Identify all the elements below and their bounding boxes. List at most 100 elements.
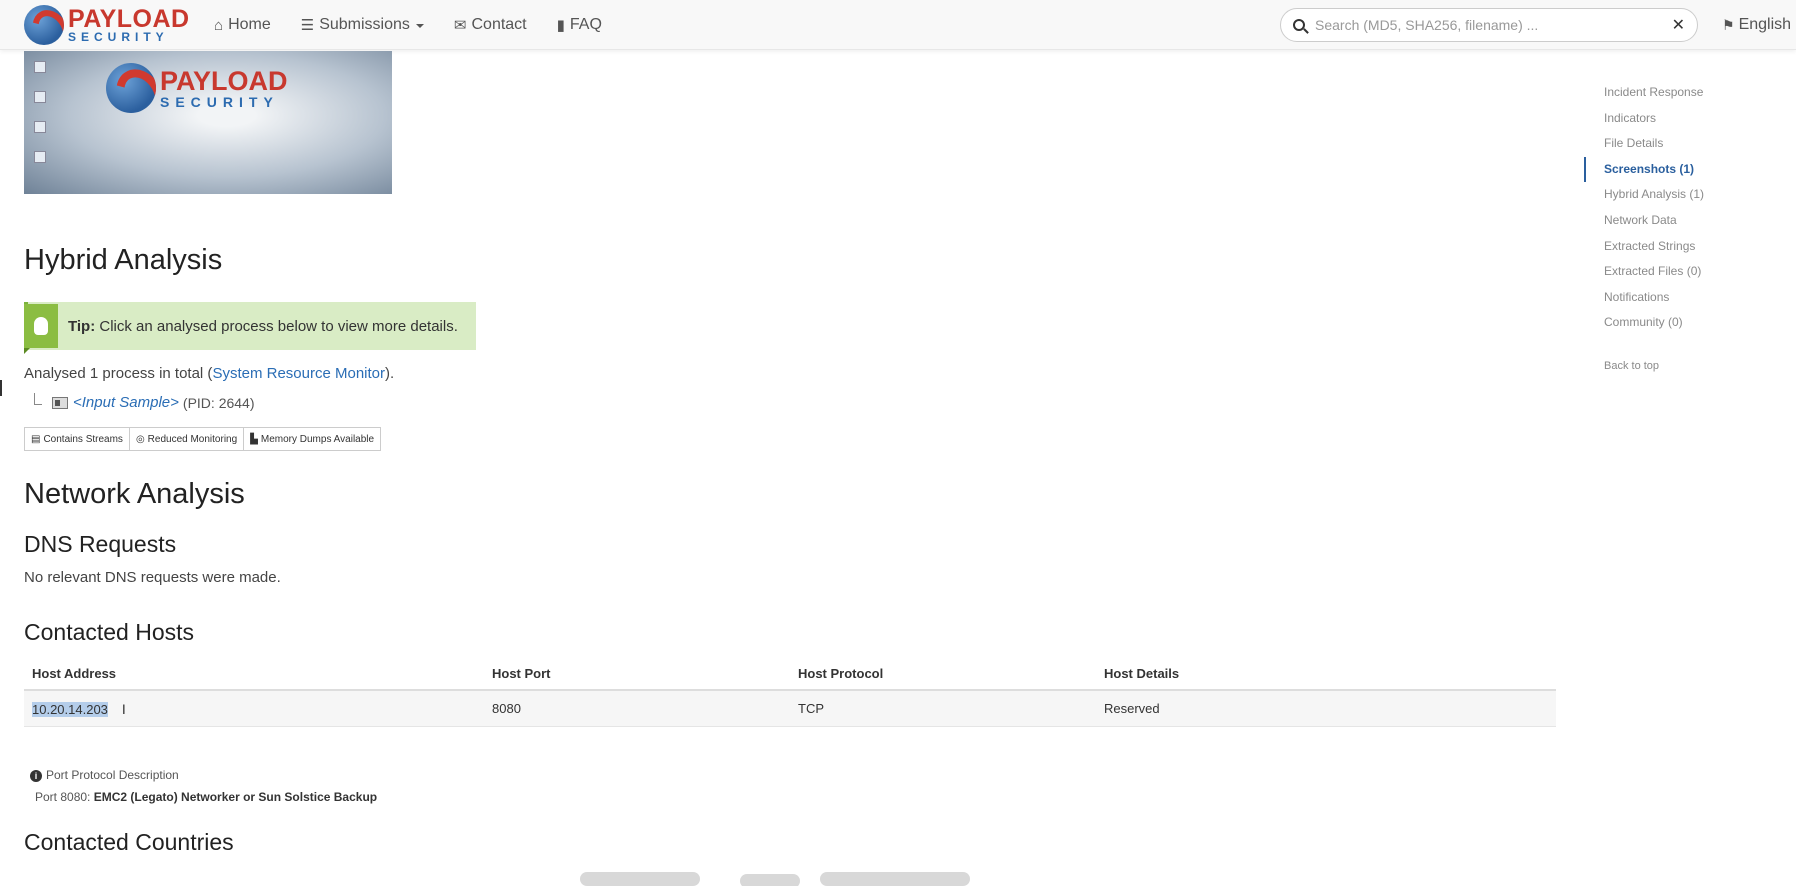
language-selector[interactable]: ⚑ English bbox=[1722, 0, 1791, 50]
search-icon bbox=[1293, 19, 1305, 31]
wallpaper-logo-top: PAYLOAD bbox=[160, 65, 288, 96]
process-pid: (PID: 2644) bbox=[182, 394, 255, 411]
process-tree-item[interactable]: <Input Sample> (PID: 2644) bbox=[34, 392, 255, 411]
search-input[interactable] bbox=[1315, 17, 1672, 33]
desktop-icon bbox=[34, 121, 46, 133]
book-icon: ▮ bbox=[556, 17, 565, 34]
col-host-protocol[interactable]: Host Protocol bbox=[790, 666, 1096, 681]
section-link-network-data[interactable]: Network Data bbox=[1584, 208, 1784, 234]
map-landmass bbox=[820, 872, 970, 886]
section-link-extracted-files[interactable]: Extracted Files (0) bbox=[1584, 259, 1784, 285]
tip-message: Click an analysed process below to view … bbox=[99, 317, 458, 335]
back-to-top-link[interactable]: Back to top bbox=[1584, 360, 1784, 372]
cell-host-address[interactable]: 10.20.14.203 I bbox=[24, 701, 484, 717]
summary-suffix: ). bbox=[385, 365, 395, 382]
eye-slash-icon: ◎ bbox=[135, 433, 145, 445]
payload-globe-icon bbox=[24, 5, 64, 45]
text-cursor-icon: I bbox=[121, 700, 126, 717]
badge-label: Memory Dumps Available bbox=[260, 433, 375, 445]
contacted-hosts-heading: Contacted Hosts bbox=[24, 619, 195, 645]
info-icon: i bbox=[30, 770, 42, 782]
top-navbar: PAYLOAD SECURITY ⌂ Home ☰ Submissions ✉ … bbox=[0, 0, 1796, 50]
search-box: ✕ bbox=[1280, 8, 1698, 42]
desktop-icon bbox=[34, 151, 46, 163]
cell-host-protocol: TCP bbox=[798, 701, 824, 716]
tree-connector bbox=[34, 392, 42, 405]
brand-text: PAYLOAD SECURITY bbox=[68, 5, 190, 44]
nav-contact[interactable]: ✉ Contact bbox=[454, 16, 527, 34]
process-summary: Analysed 1 process in total (System Reso… bbox=[24, 365, 394, 382]
system-resource-monitor-link[interactable]: System Resource Monitor bbox=[212, 365, 385, 382]
nav-contact-label: Contact bbox=[471, 16, 527, 33]
dns-requests-text: No relevant DNS requests were made. bbox=[24, 569, 281, 586]
process-name-link[interactable]: <Input Sample> bbox=[73, 394, 179, 411]
col-host-port[interactable]: Host Port bbox=[484, 666, 790, 681]
flag-icon: ⚑ bbox=[1722, 16, 1735, 33]
table-row: 10.20.14.203 I 8080 TCP Reserved bbox=[24, 691, 1556, 727]
hybrid-analysis-heading: Hybrid Analysis bbox=[24, 244, 223, 276]
list-icon: ☰ bbox=[300, 17, 315, 34]
file-icon: ▤ bbox=[31, 433, 41, 445]
desktop-icons bbox=[30, 55, 52, 181]
lightbulb-icon bbox=[24, 304, 58, 354]
badge-reduced-monitoring: ◎ Reduced Monitoring bbox=[129, 427, 245, 451]
section-link-notifications[interactable]: Notifications bbox=[1584, 285, 1784, 311]
map-landmass bbox=[740, 874, 800, 886]
nav-faq[interactable]: ▮ FAQ bbox=[557, 16, 602, 34]
host-address-value[interactable]: 10.20.14.203 bbox=[32, 701, 108, 717]
dns-requests-heading: DNS Requests bbox=[24, 531, 177, 557]
section-link-incident-response[interactable]: Incident Response bbox=[1584, 80, 1784, 106]
nav-submissions[interactable]: ☰ Submissions bbox=[301, 16, 424, 34]
world-map bbox=[520, 872, 1020, 886]
port-protocol-description-label: i Port Protocol Description bbox=[30, 768, 179, 782]
process-icon bbox=[52, 396, 68, 409]
section-link-indicators[interactable]: Indicators bbox=[1584, 106, 1784, 132]
port-desc-label: Port Protocol Description bbox=[46, 768, 179, 782]
wallpaper-logo: PAYLOAD SECURITY bbox=[106, 63, 288, 113]
badge-label: Contains Streams bbox=[43, 433, 123, 445]
summary-prefix: Analysed 1 process in total ( bbox=[24, 365, 213, 382]
section-link-file-details[interactable]: File Details bbox=[1584, 131, 1784, 157]
badge-contains-streams: ▤ Contains Streams bbox=[24, 427, 130, 451]
col-host-address[interactable]: Host Address bbox=[24, 666, 484, 681]
tip-label: Tip: bbox=[68, 317, 96, 335]
cell-host-details: Reserved bbox=[1104, 701, 1160, 716]
table-header: Host Address Host Port Host Protocol Hos… bbox=[24, 657, 1556, 691]
chevron-down-icon bbox=[415, 24, 424, 28]
brand-logo[interactable]: PAYLOAD SECURITY bbox=[24, 4, 190, 46]
col-host-details[interactable]: Host Details bbox=[1096, 666, 1556, 681]
process-badges: ▤ Contains Streams ◎ Reduced Monitoring … bbox=[24, 427, 382, 451]
home-icon: ⌂ bbox=[214, 16, 224, 34]
nav-home-label: Home bbox=[228, 16, 271, 33]
wallpaper-logo-text: PAYLOAD SECURITY bbox=[160, 65, 288, 110]
nav-submissions-label: Submissions bbox=[319, 16, 410, 33]
section-link-hybrid-analysis[interactable]: Hybrid Analysis (1) bbox=[1584, 182, 1784, 208]
close-icon[interactable]: ✕ bbox=[1672, 15, 1685, 35]
badge-memory-dumps: ▙ Memory Dumps Available bbox=[244, 427, 382, 451]
wallpaper-logo-bottom: SECURITY bbox=[160, 93, 279, 110]
main-nav: ⌂ Home ☰ Submissions ✉ Contact ▮ FAQ bbox=[214, 0, 632, 50]
badge-label: Reduced Monitoring bbox=[147, 433, 238, 445]
port-desc-value: EMC2 (Legato) Networker or Sun Solstice … bbox=[93, 790, 378, 804]
window-edge-marker bbox=[0, 380, 2, 396]
port-desc-prefix: Port 8080: bbox=[35, 790, 94, 804]
nav-faq-label: FAQ bbox=[569, 16, 602, 33]
tip-text: Tip: Click an analysed process below to … bbox=[68, 318, 458, 335]
payload-globe-icon bbox=[106, 63, 156, 113]
language-label: English bbox=[1738, 16, 1792, 33]
section-nav: Incident Response Indicators File Detail… bbox=[1584, 80, 1784, 372]
network-analysis-heading: Network Analysis bbox=[24, 478, 245, 510]
tip-box: Tip: Click an analysed process below to … bbox=[24, 302, 476, 354]
sample-screenshot[interactable]: PAYLOAD SECURITY bbox=[24, 51, 392, 194]
section-link-extracted-strings[interactable]: Extracted Strings bbox=[1584, 234, 1784, 260]
section-link-community[interactable]: Community (0) bbox=[1584, 310, 1784, 336]
brand-top-text: PAYLOAD bbox=[68, 5, 190, 33]
desktop-icon bbox=[34, 91, 46, 103]
nav-home[interactable]: ⌂ Home bbox=[214, 16, 271, 34]
port-description: Port 8080: EMC2 (Legato) Networker or Su… bbox=[35, 790, 377, 804]
desktop-icon bbox=[34, 61, 46, 73]
contacted-countries-heading: Contacted Countries bbox=[24, 829, 234, 855]
contacted-hosts-table: Host Address Host Port Host Protocol Hos… bbox=[24, 657, 1556, 727]
section-link-screenshots[interactable]: Screenshots (1) bbox=[1584, 156, 1784, 183]
envelope-icon: ✉ bbox=[453, 17, 467, 34]
